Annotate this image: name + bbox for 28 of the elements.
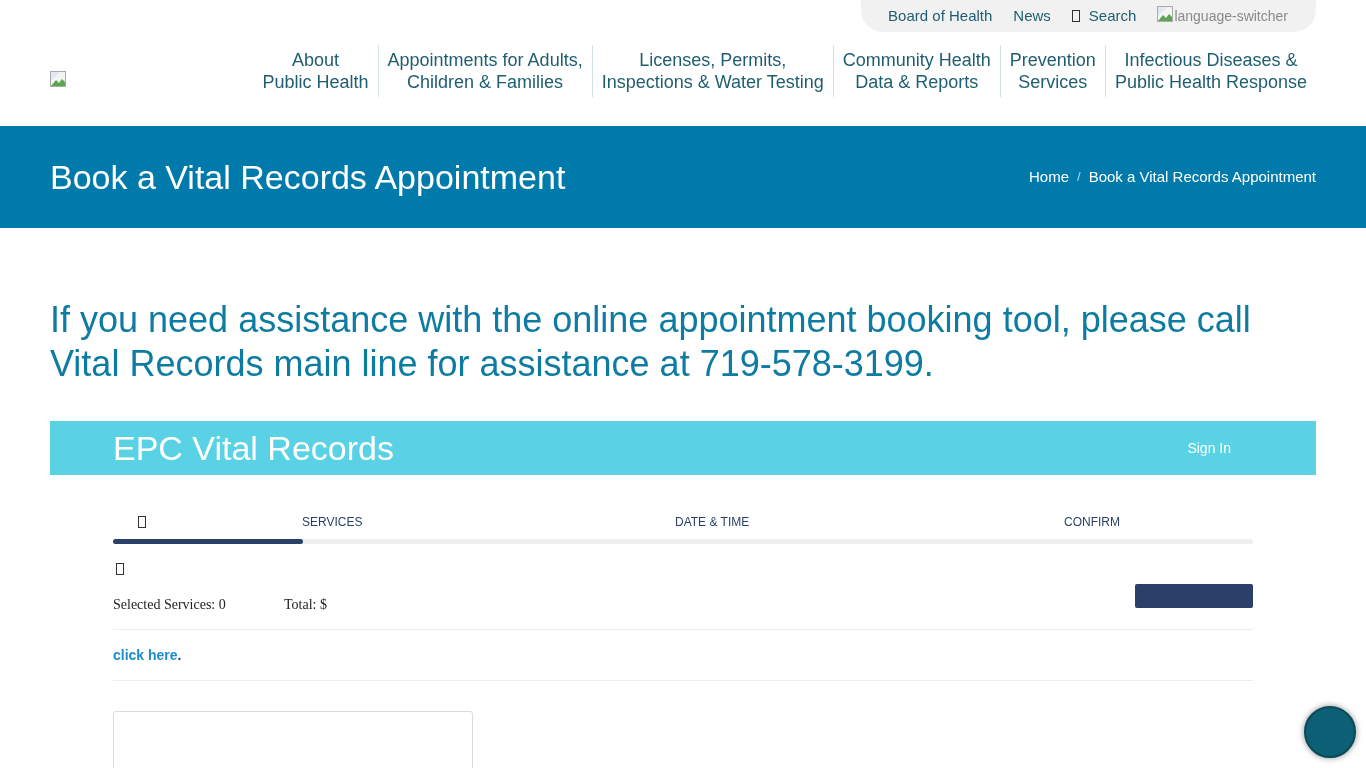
utility-link[interactable]: Board of Health <box>888 4 993 28</box>
page-title: Book a Vital Records Appointment <box>50 157 566 197</box>
booking-title: EPC Vital Records <box>113 428 394 468</box>
step-label[interactable]: CONFIRM <box>1064 515 1120 529</box>
round-floating-button[interactable] <box>1304 706 1356 758</box>
nav-link[interactable]: Community Health Data & Reports <box>833 45 1000 97</box>
nav-link[interactable]: Prevention Services <box>1000 45 1105 97</box>
total-amount: Total: $ <box>284 595 327 614</box>
breadcrumb-current: Book a Vital Records Appointment <box>1088 166 1316 187</box>
breadcrumb-link[interactable]: Home <box>1029 165 1069 189</box>
step-label[interactable]: DATE & TIME <box>675 515 750 529</box>
nav-link[interactable]: Infectious Diseases & Public Health Response <box>1105 45 1316 97</box>
click-here-link[interactable]: click here <box>113 646 178 663</box>
breadcrumb-separator: / <box>1076 168 1082 187</box>
assistance-notice: If you need assistance with the online appointment booking tool, please call Vital Records main line for assistance at 719-578-3199. <box>50 298 1252 386</box>
broken-image-icon <box>1157 5 1174 22</box>
search-link[interactable]: Search <box>1071 4 1137 28</box>
help-text: click here. <box>113 645 182 665</box>
selected-services-count: Selected Services: 0 <box>113 595 227 614</box>
nav-link[interactable]: About Public Health <box>253 45 378 97</box>
broken-image-icon <box>50 71 66 87</box>
missing-glyph-icon <box>1071 10 1080 22</box>
step-label[interactable]: SERVICES <box>302 515 363 529</box>
missing-glyph-icon <box>116 563 124 575</box>
nav-link[interactable]: Licenses, Permits, Inspections & Water Testing <box>592 45 833 97</box>
utility-link[interactable]: News <box>1013 4 1051 28</box>
nav-link[interactable]: Appointments for Adults, Children & Families <box>378 45 592 97</box>
missing-glyph-icon <box>138 516 146 528</box>
